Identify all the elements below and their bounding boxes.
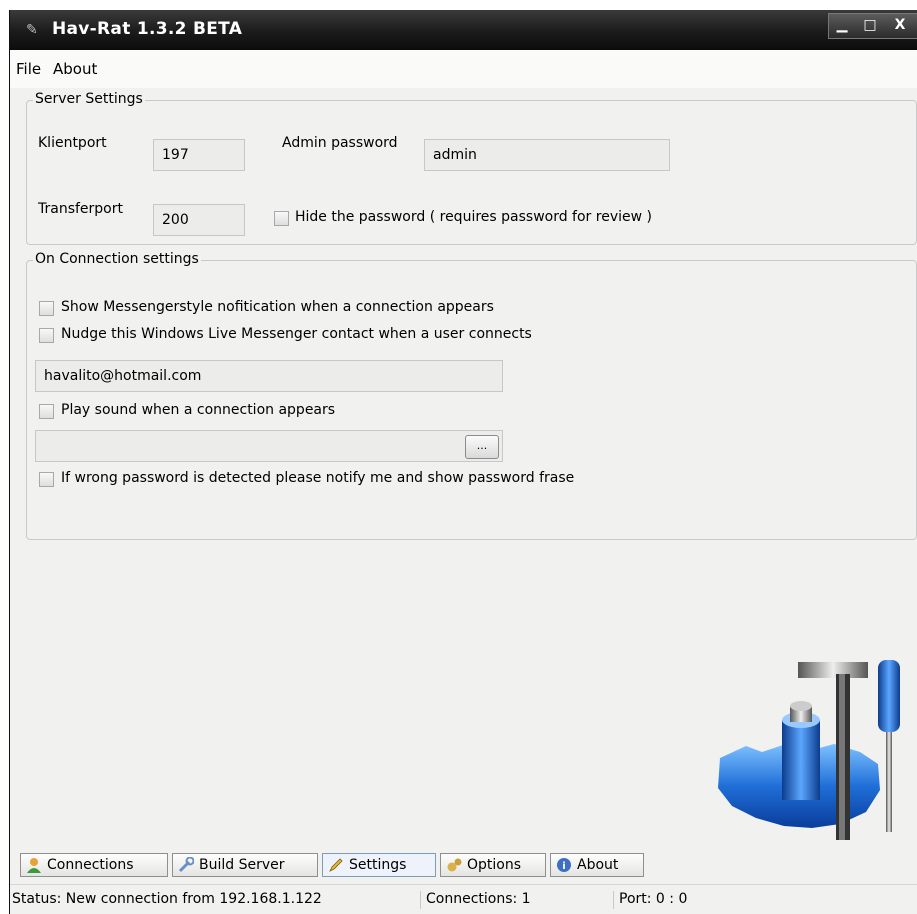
status-separator: [420, 891, 421, 909]
status-port: Port: 0 : 0: [619, 891, 688, 907]
tab-options-label: Options: [467, 857, 522, 873]
admin-password-input[interactable]: admin: [424, 139, 670, 171]
app-window: ✎ Hav-Rat 1.3.2 BETA ▁ □ X File About Se…: [9, 10, 917, 914]
tab-options[interactable]: Options: [440, 853, 546, 877]
close-icon[interactable]: X: [889, 17, 911, 34]
tab-about[interactable]: i About: [550, 853, 644, 877]
play-sound-label: Play sound when a connection appears: [61, 402, 336, 418]
window-controls: ▁ □ X: [828, 13, 917, 39]
app-icon: ✎: [26, 22, 38, 38]
klientport-label: Klientport: [38, 135, 107, 151]
menu-file[interactable]: File: [16, 60, 41, 78]
nudge-contact-label: Nudge this Windows Live Messenger contac…: [61, 326, 532, 342]
wrong-password-label: If wrong password is detected please not…: [61, 470, 575, 486]
menu-about[interactable]: About: [53, 60, 97, 78]
connection-settings-title: On Connection settings: [33, 251, 201, 267]
users-icon: [26, 857, 42, 873]
tab-settings[interactable]: Settings: [322, 853, 436, 877]
show-notification-checkbox[interactable]: [39, 301, 54, 316]
tab-about-label: About: [577, 857, 619, 873]
maximize-icon[interactable]: □: [859, 17, 881, 34]
info-icon: i: [556, 857, 572, 873]
klientport-input[interactable]: 197: [153, 139, 245, 171]
title-bar[interactable]: ✎ Hav-Rat 1.3.2 BETA ▁ □ X: [10, 10, 917, 50]
gears-icon: [446, 857, 462, 873]
menu-bar: File About: [10, 50, 917, 88]
tab-build-server[interactable]: Build Server: [172, 853, 318, 877]
hide-password-checkbox[interactable]: [274, 211, 289, 226]
hide-password-label: Hide the password ( requires password fo…: [295, 209, 652, 225]
pencil-icon: [328, 857, 344, 873]
wrench-icon: [178, 856, 195, 873]
minimize-icon[interactable]: ▁: [831, 17, 853, 34]
window-title: Hav-Rat 1.3.2 BETA: [52, 19, 243, 39]
server-settings-group: Server Settings Klientport 197 Admin pas…: [26, 91, 917, 245]
sound-file-input[interactable]: [35, 430, 503, 462]
tab-build-server-label: Build Server: [199, 857, 285, 873]
status-bar: Status: New connection from 192.168.1.12…: [10, 884, 917, 914]
admin-password-label: Admin password: [282, 135, 398, 151]
play-sound-checkbox[interactable]: [39, 404, 54, 419]
nudge-contact-checkbox[interactable]: [39, 328, 54, 343]
connection-settings-group: On Connection settings Show Messengersty…: [26, 251, 917, 540]
wrong-password-checkbox[interactable]: [39, 472, 54, 487]
contact-email-input[interactable]: havalito@hotmail.com: [35, 360, 503, 392]
tab-connections-label: Connections: [47, 857, 134, 873]
browse-sound-button[interactable]: ...: [465, 435, 499, 459]
tab-connections[interactable]: Connections: [20, 853, 168, 877]
transferport-input[interactable]: 200: [153, 204, 245, 236]
transferport-label: Transferport: [38, 201, 123, 217]
status-message: Status: New connection from 192.168.1.12…: [12, 891, 322, 907]
svg-text:i: i: [562, 861, 565, 872]
server-settings-title: Server Settings: [33, 91, 145, 107]
status-separator: [613, 891, 614, 909]
tab-settings-label: Settings: [349, 857, 407, 873]
status-connections: Connections: 1: [426, 891, 531, 907]
tab-strip: Connections Build Server Settings Option…: [10, 852, 917, 882]
tools-gear-illustration: [718, 660, 900, 840]
show-notification-label: Show Messengerstyle nofitication when a …: [61, 299, 494, 315]
